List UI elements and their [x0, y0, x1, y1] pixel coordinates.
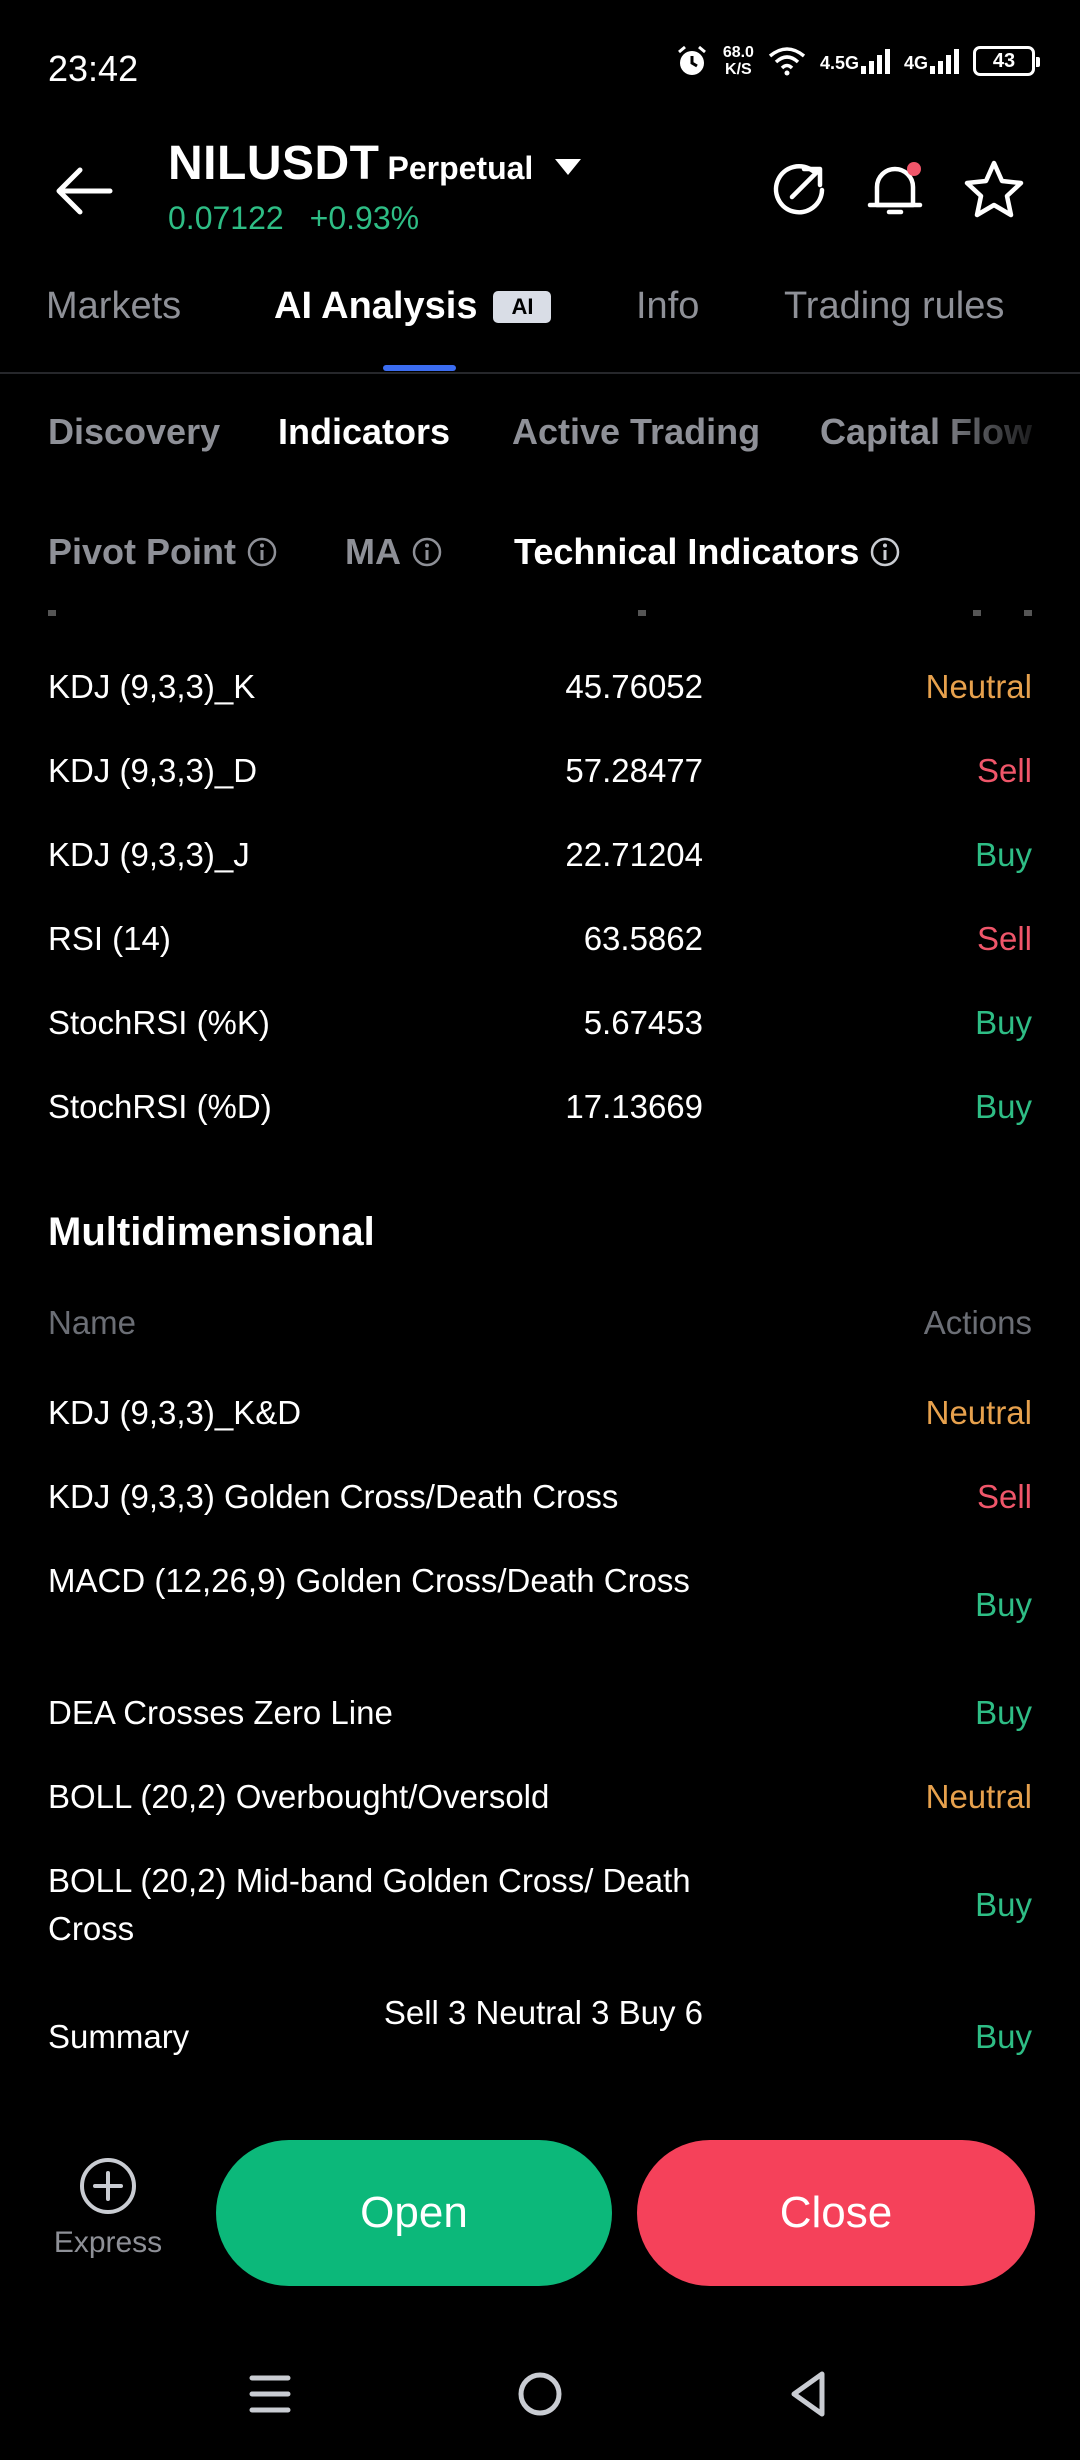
bell-icon[interactable]: [860, 155, 930, 225]
status-bar: 23:42 68.0 K/S 4.5G 4G 43: [0, 0, 1080, 135]
signal-bars-icon: [930, 48, 959, 74]
tab-ai-analysis[interactable]: AI Analysis AI: [274, 285, 552, 328]
action-signal: Sell: [976, 752, 1032, 789]
action-signal: Buy: [975, 836, 1032, 873]
action-signal: Sell: [976, 920, 1032, 957]
main-tabs: Markets AI Analysis AI Info Trading rules: [0, 275, 1080, 374]
action-signal: Buy: [975, 1886, 1032, 1923]
sub-tabs: Discovery Indicators Active Trading Capi…: [0, 405, 1080, 465]
tab-discovery[interactable]: Discovery: [48, 411, 220, 453]
menu-icon[interactable]: [240, 2364, 300, 2424]
system-nav-bar: [0, 2340, 1080, 2460]
signal-2: 4G: [904, 48, 959, 74]
plus-circle-icon: [80, 2158, 136, 2214]
action-signal: Neutral: [925, 1394, 1032, 1431]
signal-bars-icon: [860, 48, 890, 74]
action-signal: Neutral: [925, 668, 1032, 705]
section-title: Multidimensional: [48, 1210, 375, 1254]
back-arrow-icon[interactable]: [48, 155, 120, 227]
price-change: +0.93%: [309, 200, 420, 236]
indicator-tabs: Pivot Point MA Technical Indicators: [0, 525, 1080, 585]
star-icon[interactable]: [959, 155, 1029, 225]
action-signal: Buy: [975, 1004, 1032, 1041]
tab-active-trading[interactable]: Active Trading: [512, 411, 760, 453]
action-signal: Buy: [975, 1586, 1032, 1623]
scroll-edge-marks: [48, 610, 1032, 616]
action-signal: Buy: [975, 1088, 1032, 1125]
status-time: 23:42: [48, 48, 139, 89]
status-icons: 68.0 K/S 4.5G 4G 43: [675, 44, 1040, 78]
open-button[interactable]: Open: [216, 2140, 612, 2286]
tab-markets[interactable]: Markets: [46, 285, 181, 328]
tab-indicators[interactable]: Indicators: [278, 411, 450, 453]
ai-badge: AI: [493, 291, 552, 323]
bottom-action-bar: Express Open Close: [0, 2120, 1080, 2290]
scroll-fade: [930, 405, 1080, 465]
summary-value: Sell 3 Neutral 3 Buy 6: [383, 1994, 703, 2031]
tab-technical-indicators[interactable]: Technical Indicators: [514, 531, 901, 573]
wifi-icon: [768, 47, 806, 76]
action-signal: Buy: [975, 2018, 1032, 2055]
info-icon[interactable]: [246, 536, 278, 568]
action-signal: Sell: [976, 1478, 1032, 1515]
share-icon[interactable]: [764, 155, 834, 225]
close-button[interactable]: Close: [637, 2140, 1035, 2286]
home-icon[interactable]: [510, 2364, 570, 2424]
last-price: 0.07122: [168, 200, 284, 236]
express-button[interactable]: Express: [48, 2156, 168, 2260]
pair-selector[interactable]: NILUSDT Perpetual: [168, 136, 582, 191]
info-icon[interactable]: [411, 536, 443, 568]
header: NILUSDT Perpetual 0.07122 +0.93%: [0, 130, 1080, 260]
alarm-icon: [677, 45, 706, 75]
active-tab-indicator: [383, 365, 456, 371]
info-icon[interactable]: [869, 536, 901, 568]
tab-info[interactable]: Info: [636, 285, 699, 328]
tab-trading-rules[interactable]: Trading rules: [784, 285, 1004, 328]
battery-icon: 43: [973, 46, 1040, 76]
tab-ma[interactable]: MA: [345, 531, 443, 573]
action-signal: Buy: [975, 1694, 1032, 1731]
column-header-actions: Actions: [923, 1304, 1032, 1341]
signal-1: 4.5G: [820, 48, 890, 74]
column-header-name: Name: [48, 1304, 137, 1341]
back-icon[interactable]: [780, 2364, 840, 2424]
pair-name: NILUSDT: [168, 137, 380, 190]
net-speed: 68.0 K/S: [722, 44, 754, 78]
tab-pivot-point[interactable]: Pivot Point: [48, 531, 278, 573]
action-signal: Neutral: [925, 1778, 1032, 1815]
price-row: 0.07122 +0.93%: [168, 200, 419, 237]
caret-down-icon: [555, 159, 582, 175]
contract-type: Perpetual: [387, 150, 534, 186]
